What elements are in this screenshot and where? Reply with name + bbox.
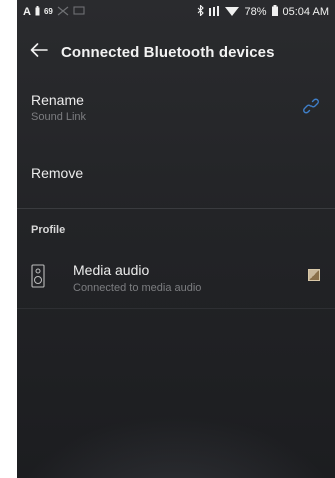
bluetooth-icon: [197, 4, 205, 19]
wifi-icon: [225, 6, 240, 19]
status-left-icons: A 69: [23, 5, 85, 19]
status-right-icons: 78% 05:04 AM: [197, 4, 329, 19]
a-icon: A: [23, 6, 31, 18]
signal-bars-icon: [209, 5, 220, 19]
link-icon: [303, 98, 319, 119]
media-audio-checkbox[interactable]: [308, 269, 320, 281]
page-title: Connected Bluetooth devices: [61, 43, 275, 61]
back-button[interactable]: [17, 34, 61, 70]
profile-section-header: Profile: [31, 224, 66, 236]
clock: 05:04 AM: [282, 6, 329, 18]
status-bar: A 69 78% 05:04 AM: [17, 0, 335, 24]
media-audio-subtitle: Connected to media audio: [73, 282, 202, 294]
arrow-left-icon: [30, 42, 48, 62]
app-header: Connected Bluetooth devices: [17, 34, 335, 70]
remove-label: Remove: [31, 165, 84, 181]
battery-icon: [271, 5, 278, 19]
speaker-icon: [31, 264, 45, 288]
cast-icon: [73, 5, 85, 19]
device-screen: A 69 78% 05:04 AM Connected Bluetooth de…: [17, 0, 335, 478]
section-divider: [17, 208, 335, 209]
row-divider: [17, 308, 335, 309]
media-audio-row[interactable]: Media audio Connected to media audio: [17, 250, 335, 308]
media-audio-title: Media audio: [73, 262, 150, 278]
battery-percent: 78%: [244, 6, 267, 18]
signal-off-icon: [57, 6, 69, 19]
rename-link-button[interactable]: [301, 98, 321, 118]
remove-row[interactable]: Remove: [17, 150, 335, 196]
rename-label: Rename: [31, 92, 84, 108]
device-name-value: Sound Link: [31, 111, 87, 123]
battery-small-icon: [35, 5, 40, 19]
rename-row[interactable]: Rename Sound Link: [17, 86, 335, 138]
notification-badge: 69: [43, 7, 53, 16]
